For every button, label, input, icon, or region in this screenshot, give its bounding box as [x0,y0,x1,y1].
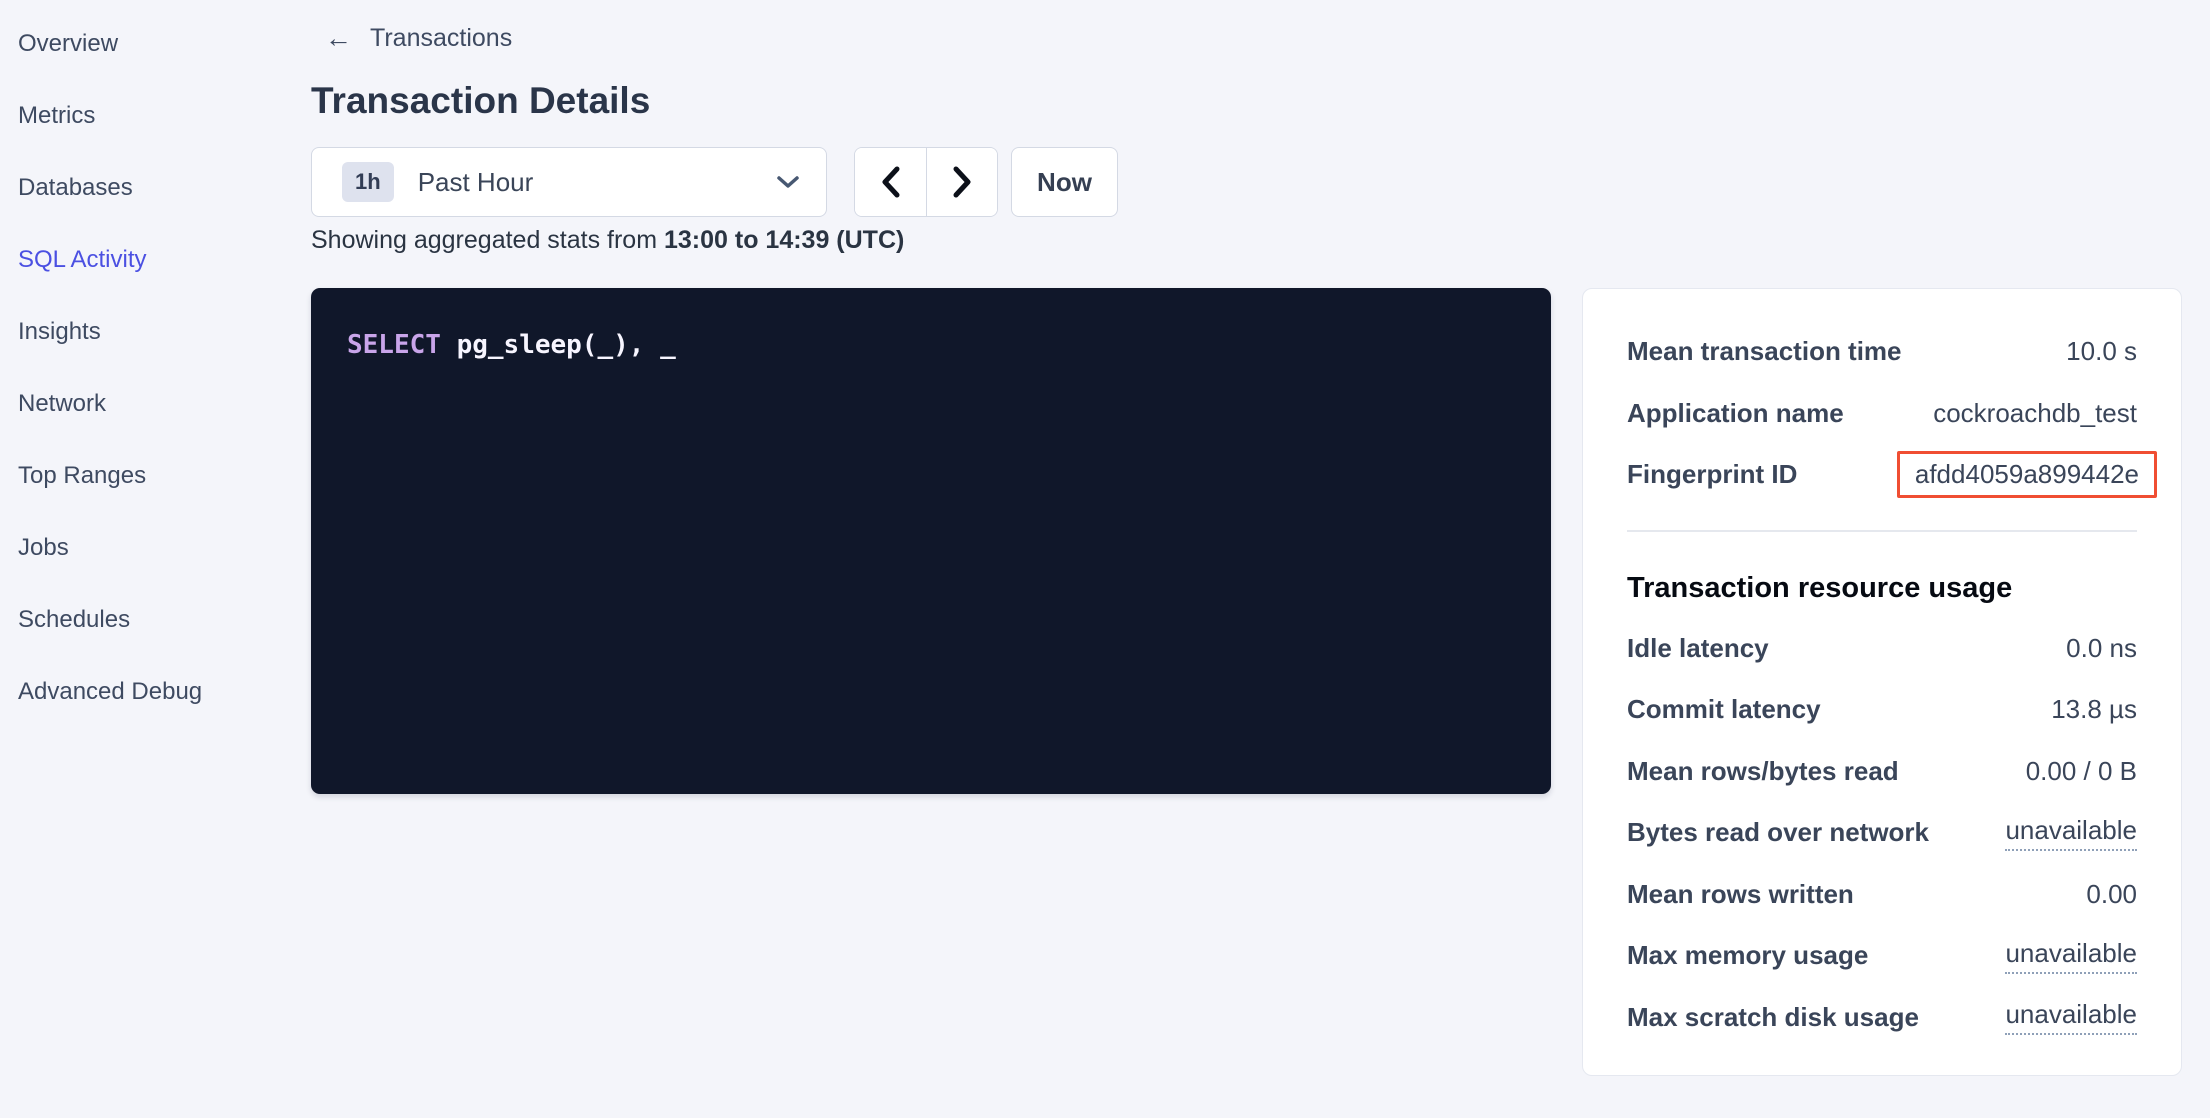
stat-label: Application name [1627,398,1844,429]
chevron-right-icon [951,165,973,199]
back-arrow-icon: ← [325,25,352,52]
sidebar-item-schedules[interactable]: Schedules [18,584,300,656]
stat-value-unavailable: unavailable [2005,938,2137,974]
stat-row-max-scratch-disk-usage: Max scratch disk usage unavailable [1627,987,2137,1049]
transaction-details-panel: Mean transaction time 10.0 s Application… [1582,288,2182,1076]
previous-interval-button[interactable] [855,148,926,216]
stat-row-fingerprint-id: Fingerprint ID afdd4059a899442e [1627,444,2137,506]
sidebar-item-metrics[interactable]: Metrics [18,80,300,152]
sidebar-item-overview[interactable]: Overview [18,8,300,80]
stat-value: 0.00 / 0 B [2026,756,2137,787]
stat-value: 10.0 s [2066,336,2137,367]
fingerprint-id-highlight-box: afdd4059a899442e [1897,451,2157,498]
sidebar-item-network[interactable]: Network [18,368,300,440]
stat-label: Fingerprint ID [1627,459,1797,490]
time-range-badge: 1h [342,162,394,202]
sidebar-item-sql-activity[interactable]: SQL Activity [18,224,300,296]
time-range-dropdown[interactable]: 1h Past Hour [311,147,827,217]
stat-value-unavailable: unavailable [2005,999,2137,1035]
sql-statement-box: SELECT pg_sleep(_), _ [311,288,1551,794]
next-interval-button[interactable] [926,148,997,216]
sidebar-item-databases[interactable]: Databases [18,152,300,224]
summary-prefix: Showing aggregated stats from [311,226,664,254]
stat-row-mean-rows-bytes-read: Mean rows/bytes read 0.00 / 0 B [1627,741,2137,803]
panel-divider [1627,530,2137,532]
stat-value: cockroachdb_test [1933,398,2137,429]
sql-keyword: SELECT [347,330,441,360]
sidebar-item-top-ranges[interactable]: Top Ranges [18,440,300,512]
chevron-down-icon [776,175,800,189]
main-content: ← Transactions Transaction Details 1h Pa… [311,0,2210,1118]
stat-row-bytes-read-over-network: Bytes read over network unavailable [1627,802,2137,864]
now-button[interactable]: Now [1011,147,1118,217]
sidebar: Overview Metrics Databases SQL Activity … [0,0,300,1118]
time-nav-group [854,147,998,217]
stat-label: Commit latency [1627,694,1821,725]
stat-label: Bytes read over network [1627,817,1929,848]
chevron-left-icon [880,165,902,199]
stat-value: 13.8 µs [2051,694,2137,725]
time-range-selected: Past Hour [418,167,776,198]
stat-label: Mean transaction time [1627,336,1902,367]
stat-row-application-name: Application name cockroachdb_test [1627,383,2137,445]
sidebar-item-advanced-debug[interactable]: Advanced Debug [18,656,300,728]
stat-value: 0.00 [2086,879,2137,910]
breadcrumb[interactable]: ← Transactions [325,24,512,53]
stat-label: Max scratch disk usage [1627,1002,1919,1033]
page-title: Transaction Details [311,80,650,122]
sidebar-item-jobs[interactable]: Jobs [18,512,300,584]
stat-value: 0.0 ns [2066,633,2137,664]
aggregated-stats-summary: Showing aggregated stats from 13:00 to 1… [311,226,904,255]
stat-row-max-memory-usage: Max memory usage unavailable [1627,925,2137,987]
stat-value-unavailable: unavailable [2005,815,2137,851]
stat-label: Mean rows written [1627,879,1854,910]
stat-row-mean-rows-written: Mean rows written 0.00 [1627,864,2137,926]
sidebar-item-insights[interactable]: Insights [18,296,300,368]
stat-row-idle-latency: Idle latency 0.0 ns [1627,618,2137,680]
summary-stats-group: Mean transaction time 10.0 s Application… [1627,321,2137,506]
resource-stats-group: Idle latency 0.0 ns Commit latency 13.8 … [1627,618,2137,1049]
sql-body: pg_sleep(_), _ [441,330,676,360]
stat-row-mean-transaction-time: Mean transaction time 10.0 s [1627,321,2137,383]
summary-range: 13:00 to 14:39 (UTC) [664,226,904,254]
sql-statement: SELECT pg_sleep(_), _ [347,330,1515,360]
stat-label: Max memory usage [1627,940,1868,971]
breadcrumb-label: Transactions [370,24,512,53]
stat-label: Mean rows/bytes read [1627,756,1899,787]
resource-usage-heading: Transaction resource usage [1627,570,2137,606]
stat-row-commit-latency: Commit latency 13.8 µs [1627,679,2137,741]
stat-label: Idle latency [1627,633,1769,664]
